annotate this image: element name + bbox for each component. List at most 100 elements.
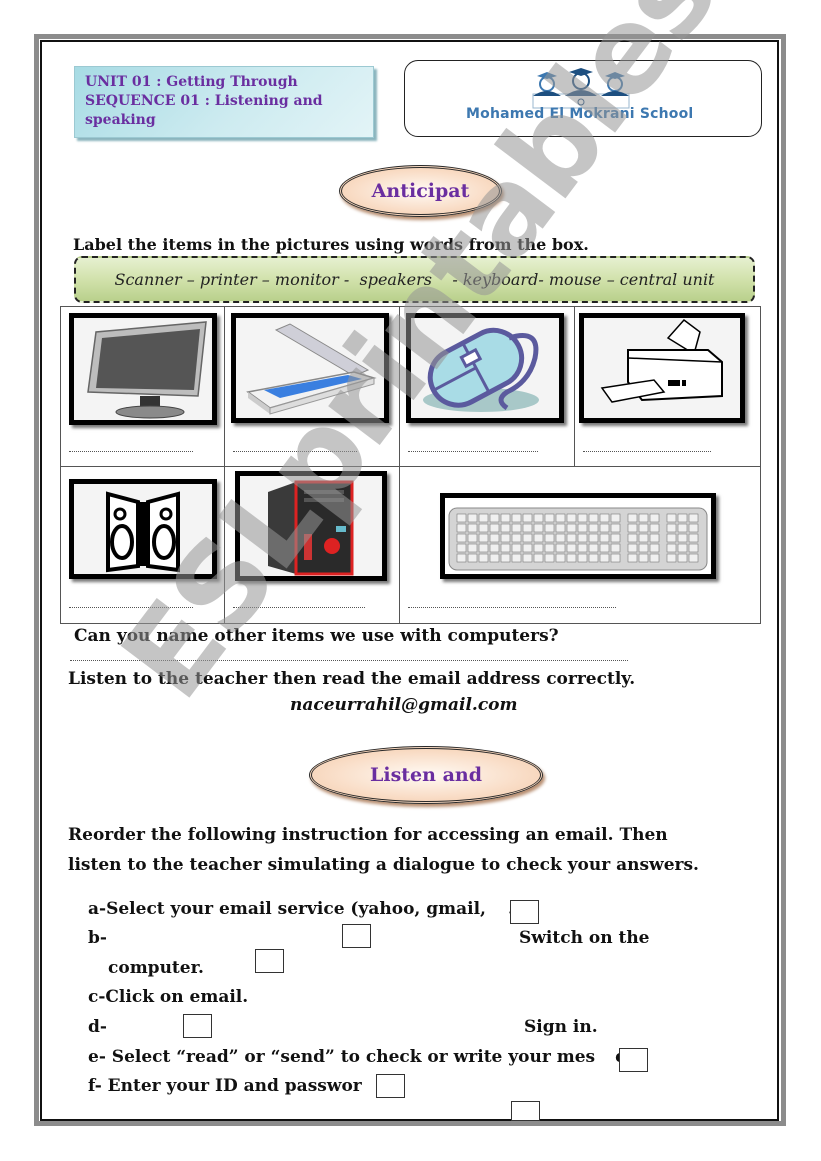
keyboard-key	[627, 513, 637, 523]
answer-line[interactable]	[232, 451, 357, 452]
answer-line[interactable]	[69, 451, 193, 452]
keyboard-key	[467, 513, 477, 523]
keyboard-key	[638, 513, 648, 523]
keyboard-key	[489, 553, 499, 563]
keyboard-key	[478, 533, 488, 543]
keyboard-key	[566, 513, 576, 523]
keyboard-key	[677, 533, 687, 543]
keyboard-key	[638, 543, 648, 553]
keyboard-key	[688, 523, 698, 533]
answer-line[interactable]	[407, 451, 538, 452]
keyboard-key	[588, 523, 598, 533]
keyboard-key	[489, 513, 499, 523]
keyboard-key	[688, 513, 698, 523]
step-d-label: d-	[88, 1017, 107, 1037]
mouse-icon	[422, 327, 539, 412]
keyboard-key	[533, 533, 543, 543]
sequence-title: SEQUENCE 01 : Listening and	[85, 93, 323, 109]
keyboard-key	[666, 533, 676, 543]
keyboard-key	[638, 533, 648, 543]
order-checkbox[interactable]	[376, 1074, 405, 1098]
step-c: c-Click on email.	[88, 987, 249, 1007]
order-checkbox[interactable]	[183, 1014, 212, 1038]
scanner-icon	[245, 323, 377, 415]
step-b-text: Switch on the	[519, 928, 650, 948]
keyboard-key	[522, 513, 532, 523]
step-e: e- Select “read” or “send” to check or w…	[88, 1047, 641, 1067]
keyboard-key	[544, 513, 554, 523]
order-checkbox[interactable]	[619, 1048, 648, 1072]
unit-title: UNIT 01 : Getting Through	[85, 74, 298, 90]
keyboard-key	[677, 523, 687, 533]
keyboard-key	[456, 533, 466, 543]
keyboard-key	[456, 543, 466, 553]
unit-info-box: UNIT 01 : Getting Through SEQUENCE 01 : …	[74, 66, 374, 138]
reorder-instruction-line1: Reorder the following instruction for ac…	[68, 825, 668, 845]
keyboard-key	[555, 553, 565, 563]
keyboard-key	[478, 543, 488, 553]
keyboard-key	[467, 533, 477, 543]
scanner-picture	[230, 313, 389, 423]
keyboard-key	[511, 533, 521, 543]
keyboard-key	[599, 513, 609, 523]
keyboard-key	[566, 523, 576, 533]
label-instruction: Label the items in the pictures using wo…	[73, 235, 589, 254]
keyboard-key	[588, 543, 598, 553]
graduates-logo-icon	[532, 68, 630, 109]
keyboard-key	[599, 543, 609, 553]
keyboard-key	[555, 543, 565, 553]
order-checkbox[interactable]	[342, 924, 371, 948]
answer-line[interactable]	[232, 607, 365, 608]
picture-cell-mouse	[398, 306, 576, 467]
keyboard-key	[610, 533, 620, 543]
order-checkbox[interactable]	[511, 1101, 540, 1121]
order-checkbox[interactable]	[510, 900, 539, 924]
keyboard-key	[577, 533, 587, 543]
keyboard-key	[500, 543, 510, 553]
keyboard-key	[511, 513, 521, 523]
picture-cell-central-unit	[223, 466, 400, 624]
keyboard-key	[666, 513, 676, 523]
keyboard-icon	[448, 507, 708, 571]
keyboard-key	[688, 533, 698, 543]
word-box: Scanner – printer – monitor - speakers -…	[74, 256, 755, 303]
keyboard-key	[467, 523, 477, 533]
answer-line[interactable]	[583, 451, 712, 452]
sequence-title-cont: speaking	[85, 112, 156, 128]
step-d-text: Sign in.	[524, 1017, 598, 1037]
answer-line[interactable]	[407, 607, 616, 608]
order-checkbox[interactable]	[255, 949, 284, 973]
keyboard-key	[566, 553, 576, 563]
keyboard-key	[677, 513, 687, 523]
keyboard-key	[544, 523, 554, 533]
keyboard-key	[577, 513, 587, 523]
keyboard-key	[599, 553, 609, 563]
keyboard-key	[677, 543, 687, 553]
picture-cell-keyboard	[398, 466, 762, 624]
email-listen-instruction: Listen to the teacher then read the emai…	[68, 669, 636, 689]
keyboard-key	[666, 543, 676, 553]
keyboard-key	[478, 553, 488, 563]
section-badge-listen: Listen and	[309, 746, 543, 804]
keyboard-key	[511, 523, 521, 533]
keyboard-key	[511, 553, 521, 563]
picture-cell-printer	[574, 306, 761, 467]
keyboard-key	[489, 533, 499, 543]
monitor-icon	[87, 321, 207, 419]
step-f: f- Enter your ID and passwor	[88, 1076, 362, 1096]
keyboard-key	[610, 543, 620, 553]
keyboard-key	[522, 533, 532, 543]
keyboard-key	[649, 543, 659, 553]
keyboard-key	[489, 523, 499, 533]
keyboard-key	[500, 513, 510, 523]
keyboard-key	[456, 513, 466, 523]
section-badge-anticipate: Anticipat	[339, 165, 502, 217]
printer-picture	[579, 313, 746, 423]
keyboard-key	[555, 523, 565, 533]
answer-line[interactable]	[69, 607, 193, 608]
keyboard-key	[533, 513, 543, 523]
keyboard-key	[610, 513, 620, 523]
keyboard-key	[638, 553, 648, 563]
other-items-answer-line[interactable]	[70, 660, 628, 661]
keyboard-key	[555, 533, 565, 543]
